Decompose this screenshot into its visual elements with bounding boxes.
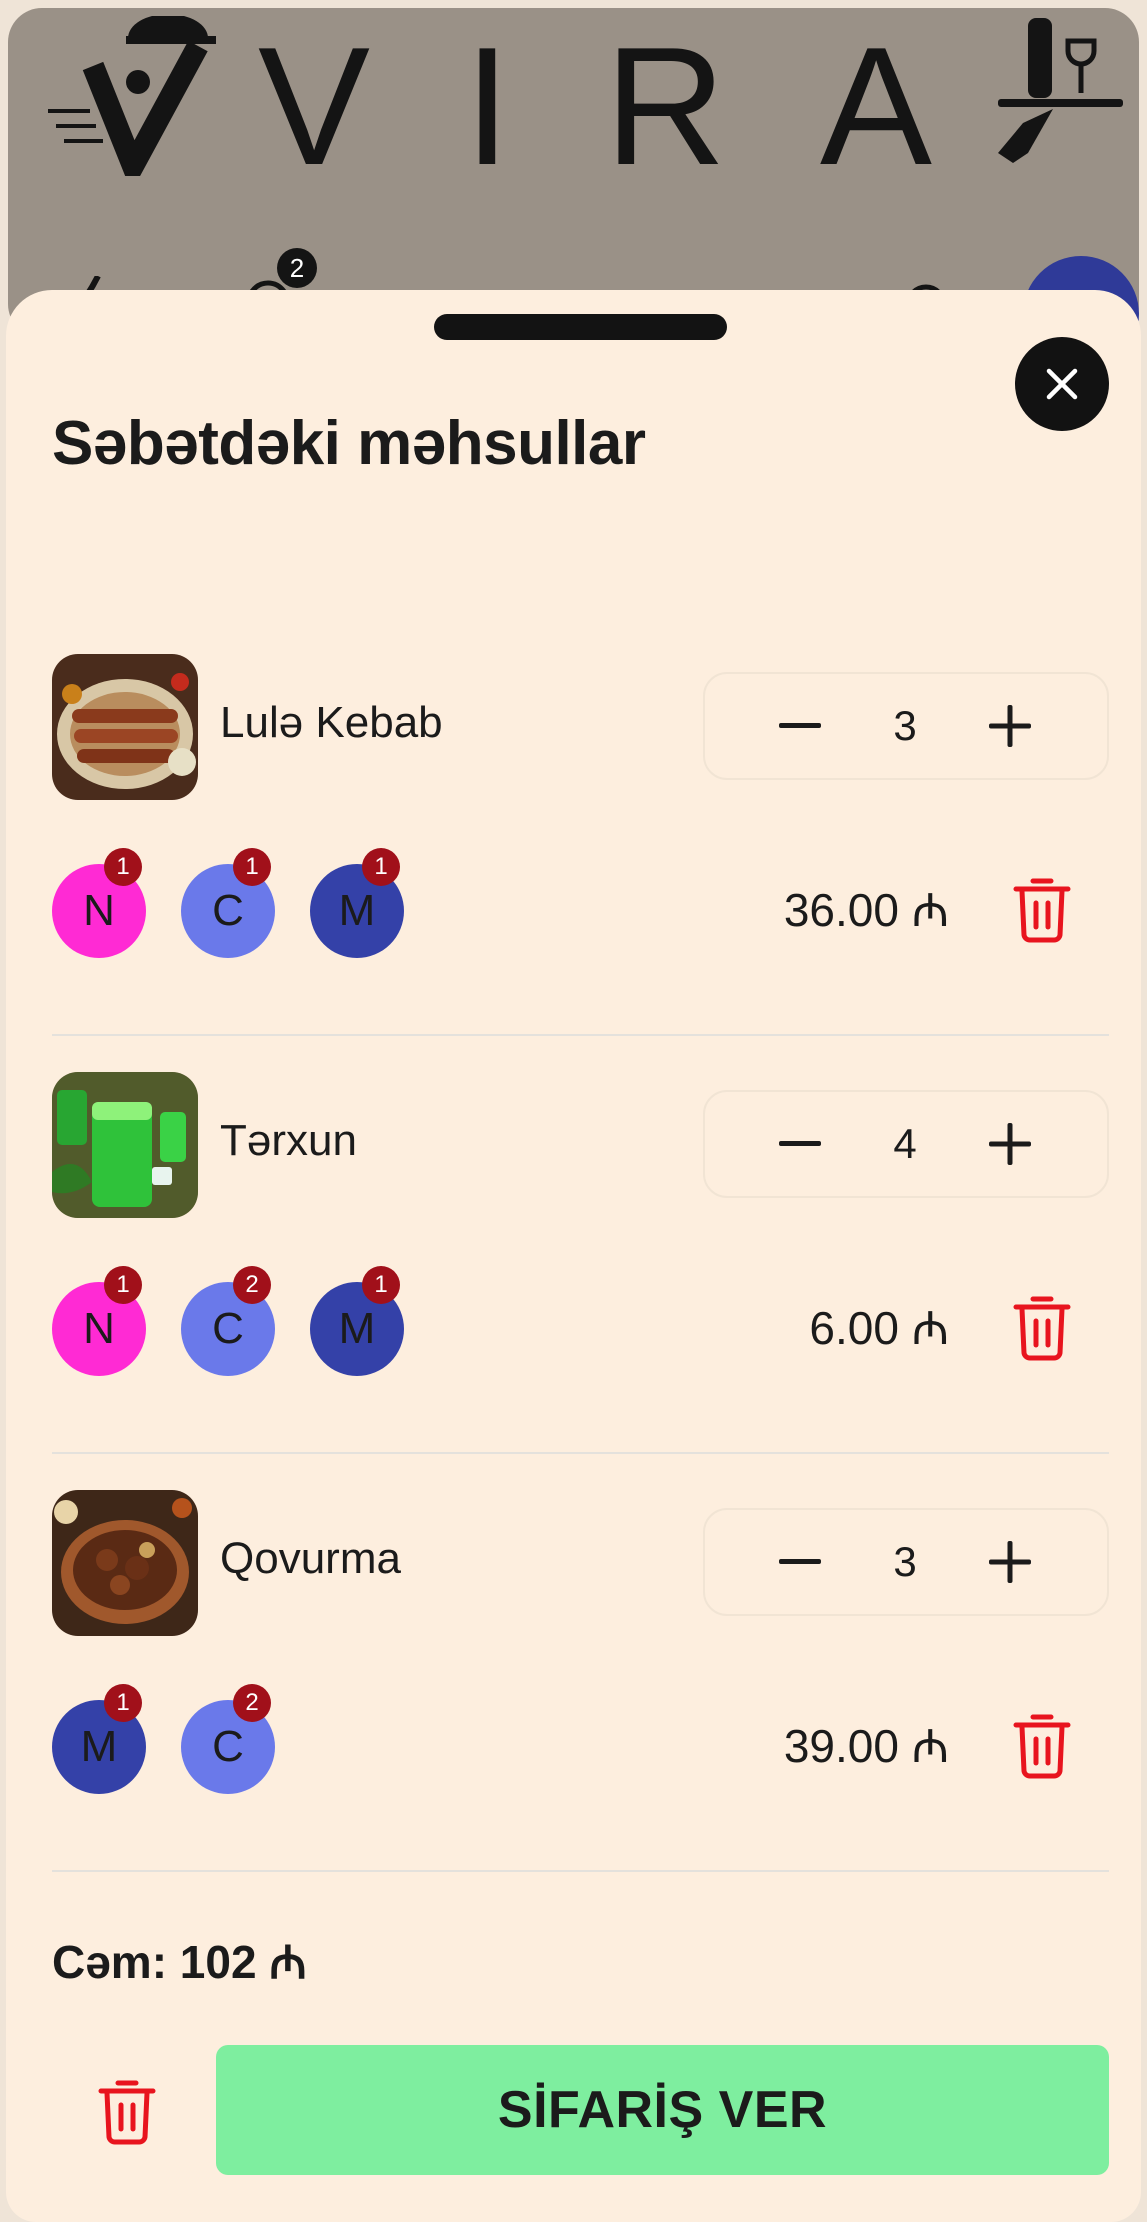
page-title: Səbətdəki məhsullar xyxy=(52,409,646,478)
item-name: Tərxun xyxy=(220,1116,357,1165)
delete-item-button[interactable] xyxy=(1002,1705,1082,1789)
minus-icon xyxy=(779,1559,821,1564)
option-chip[interactable]: C 2 xyxy=(181,1266,275,1376)
divider xyxy=(52,1870,1109,1872)
trash-icon xyxy=(1013,1714,1071,1778)
item-image xyxy=(52,654,198,800)
chip-count-badge: 1 xyxy=(104,848,142,886)
chip-letter: M xyxy=(80,1722,118,1771)
close-button[interactable] xyxy=(1015,337,1109,431)
option-chip[interactable]: C 1 xyxy=(181,848,275,958)
close-icon xyxy=(1046,368,1078,400)
plus-icon xyxy=(989,1123,1031,1165)
chip-letter: M xyxy=(338,886,376,935)
chip-letter: C xyxy=(212,1304,244,1353)
divider xyxy=(52,1452,1109,1454)
brand-letter: A xyxy=(819,12,938,200)
place-order-button[interactable]: SİFARİŞ VER xyxy=(216,2045,1109,2175)
divider xyxy=(52,1034,1109,1036)
minus-icon xyxy=(779,723,821,728)
item-name: Qovurma xyxy=(220,1534,401,1583)
cart-item: Lulə Kebab 3 N 1 C 1 M 1 36.00 ₼ xyxy=(6,654,1141,1072)
decrease-button[interactable] xyxy=(745,674,855,778)
quantity-stepper: 3 xyxy=(703,672,1109,780)
chip-count-badge: 2 xyxy=(233,1266,271,1304)
vira-logo-icon xyxy=(48,16,216,176)
chip-count-badge: 1 xyxy=(362,848,400,886)
chip-count-badge: 1 xyxy=(233,848,271,886)
increase-button[interactable] xyxy=(955,1510,1065,1614)
chip-count-badge: 1 xyxy=(362,1266,400,1304)
option-chip[interactable]: C 2 xyxy=(181,1684,275,1794)
cart-item: Qovurma 3 M 1 C 2 39.00 ₼ xyxy=(6,1490,1141,1908)
decrease-button[interactable] xyxy=(745,1510,855,1614)
delete-item-button[interactable] xyxy=(1002,869,1082,953)
cart-total: Cəm: 102 ₼ xyxy=(52,1936,307,1988)
waiter-tray-icon xyxy=(998,18,1123,163)
option-chip[interactable]: M 1 xyxy=(310,1266,404,1376)
drag-handle[interactable] xyxy=(434,314,727,340)
chip-count-badge: 2 xyxy=(233,1684,271,1722)
brand-wordmark: V I R A xyxy=(258,12,938,200)
item-image xyxy=(52,1490,198,1636)
quantity-value: 3 xyxy=(893,702,917,749)
quantity-value: 4 xyxy=(893,1120,917,1167)
chip-letter: N xyxy=(83,1304,115,1353)
option-chip[interactable]: N 1 xyxy=(52,1266,146,1376)
option-chip[interactable]: M 1 xyxy=(52,1684,146,1794)
chip-letter: C xyxy=(212,1722,244,1771)
item-price: 36.00 ₼ xyxy=(783,884,949,936)
trash-icon xyxy=(98,2080,156,2144)
brand-letter: V xyxy=(258,12,377,200)
cart-count-badge: 2 xyxy=(277,248,317,288)
chip-count-badge: 1 xyxy=(104,1684,142,1722)
option-chip[interactable]: M 1 xyxy=(310,848,404,958)
cart-bottom-sheet: Səbətdəki məhsullar Lulə Kebab 3 N 1 C 1… xyxy=(6,290,1141,2222)
delete-item-button[interactable] xyxy=(1002,1287,1082,1371)
chip-count-badge: 1 xyxy=(104,1266,142,1304)
chip-letter: M xyxy=(338,1304,376,1353)
quantity-value: 3 xyxy=(893,1538,917,1585)
brand-letter: I xyxy=(464,12,517,200)
minus-icon xyxy=(779,1141,821,1146)
quantity-stepper: 4 xyxy=(703,1090,1109,1198)
item-price: 39.00 ₼ xyxy=(783,1720,949,1772)
plus-icon xyxy=(989,1541,1031,1583)
cart-item: Tərxun 4 N 1 C 2 M 1 6.00 ₼ xyxy=(6,1072,1141,1490)
option-chip[interactable]: N 1 xyxy=(52,848,146,958)
increase-button[interactable] xyxy=(955,1092,1065,1196)
increase-button[interactable] xyxy=(955,674,1065,778)
trash-icon xyxy=(1013,878,1071,942)
plus-icon xyxy=(989,705,1031,747)
clear-cart-button[interactable] xyxy=(92,2075,162,2151)
app-header: V I R A xyxy=(8,8,1139,372)
chip-letter: C xyxy=(212,886,244,935)
brand-letter: R xyxy=(604,12,732,200)
item-image xyxy=(52,1072,198,1218)
chip-letter: N xyxy=(83,886,115,935)
trash-icon xyxy=(1013,1296,1071,1360)
quantity-stepper: 3 xyxy=(703,1508,1109,1616)
item-price: 6.00 ₼ xyxy=(809,1302,949,1354)
decrease-button[interactable] xyxy=(745,1092,855,1196)
item-name: Lulə Kebab xyxy=(220,698,443,747)
